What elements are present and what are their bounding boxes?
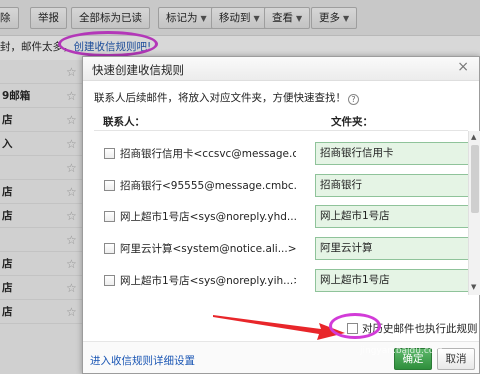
folder-input[interactable]: 网上超市1号店 xyxy=(315,205,468,228)
scroll-down-icon[interactable]: ▼ xyxy=(471,283,476,291)
dialog-header: 快速创建收信规则 × xyxy=(83,57,479,81)
rule-checkbox[interactable] xyxy=(104,148,115,159)
rule-checkbox[interactable] xyxy=(104,243,115,254)
contact-label: 网上超市1号店<sys@noreply.yhd...> xyxy=(120,211,296,223)
rule-list: 招商银行信用卡<ccsvc@message.c...> 招商银行信用卡 招商银行… xyxy=(83,135,468,297)
contact-column-header: 联系人： xyxy=(103,116,145,128)
rule-checkbox[interactable] xyxy=(104,211,115,222)
dialog-intro: 联系人后续邮件，将放入对应文件夹，方便快速查找！? xyxy=(94,90,359,105)
close-icon[interactable]: × xyxy=(457,59,469,75)
create-rule-dialog: 快速创建收信规则 × 联系人后续邮件，将放入对应文件夹，方便快速查找！? 联系人… xyxy=(82,56,480,374)
scrollbar[interactable]: ▲ ▼ xyxy=(468,131,480,295)
intro-text: 联系人后续邮件，将放入对应文件夹，方便快速查找！ xyxy=(94,92,346,104)
contact-label: 招商银行信用卡<ccsvc@message.c...> xyxy=(120,148,296,160)
scroll-up-icon[interactable]: ▲ xyxy=(471,133,476,141)
folder-input[interactable]: 阿里云计算 xyxy=(315,237,468,260)
rule-row: 招商银行<95555@message.cmbc...> 招商银行 xyxy=(83,171,468,202)
divider xyxy=(94,130,468,131)
folder-input[interactable]: 招商银行信用卡 xyxy=(315,142,468,165)
scroll-thumb[interactable] xyxy=(471,145,479,213)
contact-label: 招商银行<95555@message.cmbc...> xyxy=(120,180,296,192)
annotation-arrow xyxy=(213,315,345,340)
help-icon[interactable]: ? xyxy=(348,94,359,105)
contact-label: 阿里云计算<system@notice.ali...> xyxy=(120,243,296,255)
rule-row: 网上超市1号店<sys@noreply.yhd...> 网上超市1号店 xyxy=(83,202,468,233)
advanced-settings-link[interactable]: 进入收信规则详细设置 xyxy=(90,353,195,368)
contact-label: 网上超市1号店<sys@noreply.yih...> xyxy=(120,275,296,287)
folder-input[interactable]: 网上超市1号店 xyxy=(315,269,468,292)
folder-input[interactable]: 招商银行 xyxy=(315,174,468,197)
highlight-circle xyxy=(329,313,381,339)
folder-column-header: 文件夹： xyxy=(331,116,373,128)
rule-checkbox[interactable] xyxy=(104,180,115,191)
watermark: jingyan.baidu.com xyxy=(360,346,444,356)
rule-row: 阿里云计算<system@notice.ali...> 阿里云计算 xyxy=(83,234,468,265)
dialog-title: 快速创建收信规则 xyxy=(92,63,184,77)
rule-checkbox[interactable] xyxy=(104,275,115,286)
rule-row: 招商银行信用卡<ccsvc@message.c...> 招商银行信用卡 xyxy=(83,139,468,170)
rule-row: 网上超市1号店<sys@noreply.yih...> 网上超市1号店 xyxy=(83,266,468,297)
